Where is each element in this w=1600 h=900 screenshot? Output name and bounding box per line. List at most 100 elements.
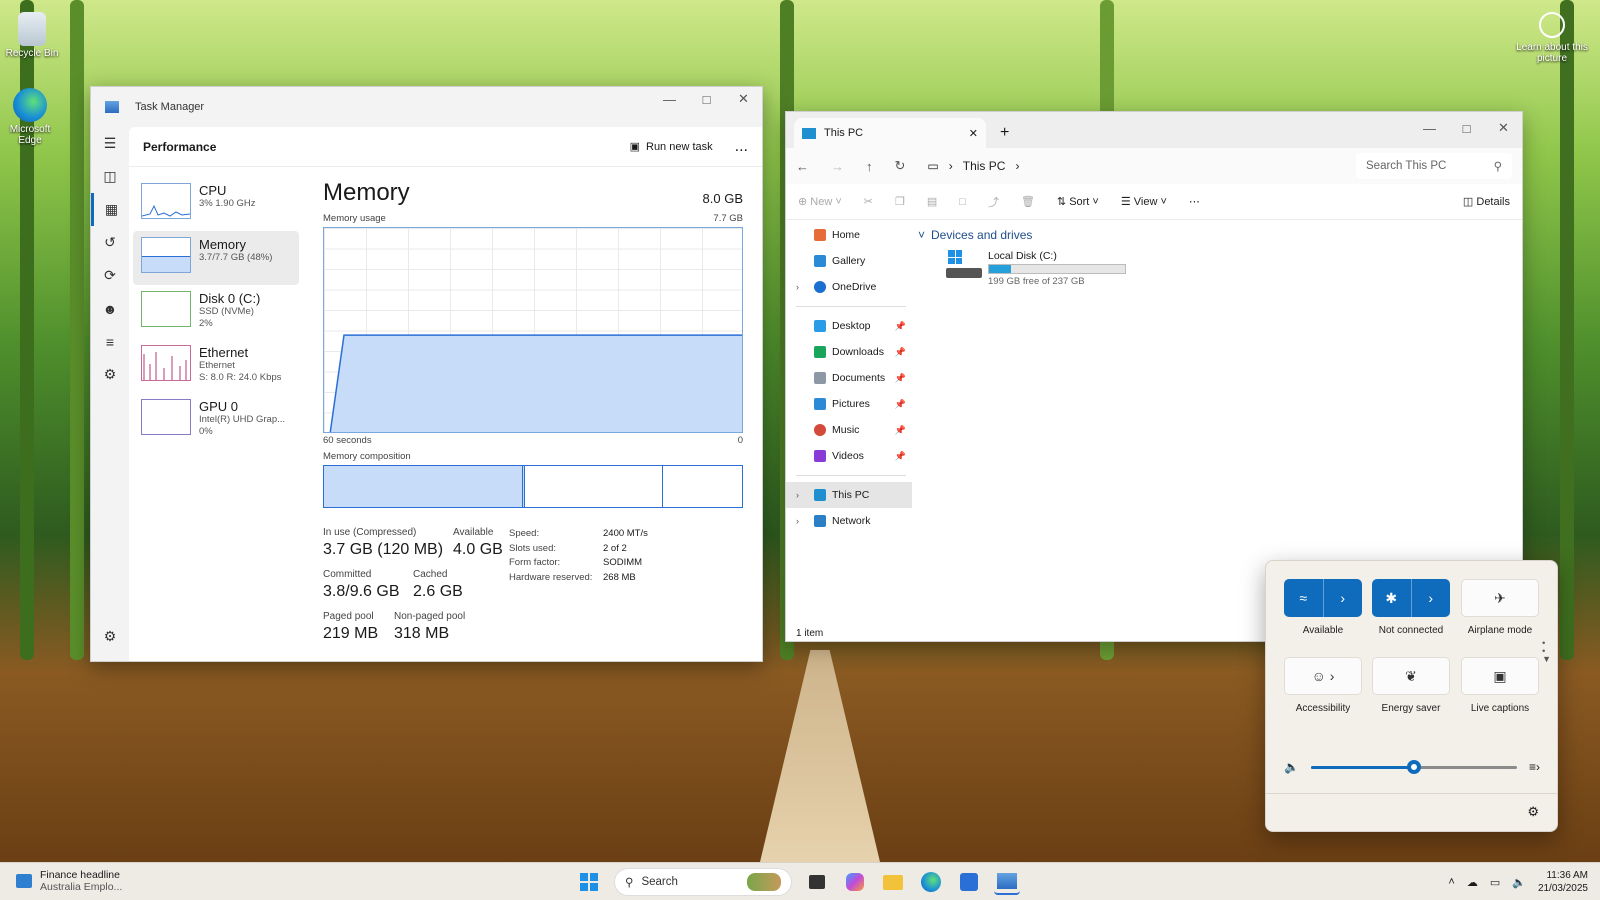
task-manager-button[interactable] [994,869,1020,895]
rename-icon[interactable]: □ [959,196,966,208]
clock[interactable]: 11:36 AM 21/03/2025 [1538,869,1588,895]
nav-item-gallery[interactable]: Gallery [786,248,912,274]
cut-icon[interactable]: ✂ [864,195,873,208]
settings-icon[interactable]: ⚙ [1527,804,1539,820]
view-button[interactable]: ☰ View ˅ [1121,195,1167,208]
copilot-button[interactable] [842,869,868,895]
desktop-icon-edge[interactable]: Microsoft Edge [0,88,60,146]
nav-label: Gallery [832,255,866,267]
nav-item-desktop[interactable]: Desktop 📌 [786,313,912,339]
services-icon[interactable]: ⚙ [91,358,129,391]
up-icon[interactable]: ↑ [866,159,873,174]
chevron-right-icon[interactable]: › [796,516,799,526]
delete-icon[interactable]: 🗑 [1021,195,1035,208]
chevron-up-icon[interactable]: ˄ [1448,876,1454,888]
stat-value: 3.8/9.6 GB [323,583,400,600]
bluetooth-icon[interactable]: ✱ [1372,579,1411,617]
close-icon[interactable]: ✕ [725,87,762,111]
nav-item-home[interactable]: Home [786,222,912,248]
learn-about-picture[interactable]: Learn about this picture [1516,12,1588,64]
drive-item-local-disk[interactable]: Local Disk (C:) 199 GB free of 237 GB [946,250,1126,287]
start-button[interactable] [576,869,602,895]
new-button[interactable]: ⊕ New ˅ [798,195,842,208]
live-captions-tile[interactable]: ▣ [1461,657,1539,695]
more-options-button[interactable]: ... [735,138,748,156]
breadcrumb-item[interactable]: This PC [963,159,1006,173]
speaker-icon[interactable]: 🔈 [1284,760,1299,774]
close-icon[interactable]: ✕ [1485,116,1522,140]
perf-item-cpu[interactable]: CPU 3% 1.90 GHz [133,177,299,231]
volume-slider[interactable] [1310,759,1517,774]
composition-standby[interactable] [525,466,663,507]
minimize-icon[interactable]: — [651,87,688,111]
nav-item-downloads[interactable]: Downloads 📌 [786,339,912,365]
refresh-icon[interactable]: ↻ [895,158,906,174]
nav-item-documents[interactable]: Documents 📌 [786,365,912,391]
chevron-right-icon[interactable]: › [1322,579,1363,617]
maximize-icon[interactable]: □ [1448,116,1485,140]
share-icon[interactable]: ⤴ [988,194,999,210]
nav-item-music[interactable]: Music 📌 [786,417,912,443]
tab-this-pc[interactable]: This PC ✕ [794,118,986,148]
back-icon[interactable]: ← [796,159,809,174]
group-header[interactable]: ˅ Devices and drives [918,228,1126,242]
nav-item-pictures[interactable]: Pictures 📌 [786,391,912,417]
file-explorer-button[interactable] [880,869,906,895]
app-history-icon[interactable]: ↺ [91,226,129,259]
bluetooth-tile[interactable]: ✱ › [1372,579,1450,617]
settings-icon[interactable]: ⚙ [91,620,129,653]
minimize-icon[interactable]: — [1411,116,1448,140]
perf-item-gpu[interactable]: GPU 0 Intel(R) UHD Grap... 0% [133,393,299,447]
hamburger-icon[interactable]: ☰ [91,127,129,160]
run-new-task-button[interactable]: ▣ Run new task [630,140,713,154]
volume-icon[interactable]: 🔈 [1512,876,1526,889]
chevron-right-icon[interactable]: › [1015,159,1019,173]
network-icon[interactable]: ▭ [1490,876,1500,889]
energy-saver-tile[interactable]: ❦ [1372,657,1450,695]
wifi-icon[interactable]: ≈ [1284,579,1323,617]
page-indicator[interactable]: • • ▼ [1542,639,1551,664]
perf-item-memory[interactable]: Memory 3.7/7.7 GB (48%) [133,231,299,285]
startup-apps-icon[interactable]: ⟳ [91,259,129,292]
users-icon[interactable]: ☻ [91,292,129,325]
news-widget[interactable]: Finance headline Australia Emplo... [16,869,122,893]
nav-item-this-pc[interactable]: › This PC [786,482,912,508]
performance-icon[interactable]: ▦ [91,193,129,226]
perf-item-ethernet[interactable]: Ethernet Ethernet S: 8.0 R: 24.0 Kbps [133,339,299,393]
audio-output-icon[interactable]: ≡› [1529,760,1540,774]
details-icon[interactable]: ≡ [91,325,129,358]
wifi-tile[interactable]: ≈ › [1284,579,1362,617]
airplane-mode-tile[interactable]: ✈ [1461,579,1539,617]
chevron-right-icon[interactable]: › [796,490,799,500]
maximize-icon[interactable]: □ [688,87,725,111]
close-tab-icon[interactable]: ✕ [969,127,978,140]
processes-icon[interactable]: ◫ [91,160,129,193]
taskbar-search[interactable]: ⚲ Search [614,868,792,896]
task-view-button[interactable] [804,869,830,895]
volume-thumb[interactable] [1406,759,1421,774]
sort-button[interactable]: ⇅ Sort ˅ [1057,195,1099,208]
store-button[interactable] [956,869,982,895]
nav-item-onedrive[interactable]: › OneDrive [786,274,912,300]
perf-item-disk[interactable]: Disk 0 (C:) SSD (NVMe) 2% [133,285,299,339]
details-button[interactable]: ◫ Details [1463,195,1510,208]
edge-button[interactable] [918,869,944,895]
document-icon [814,372,826,384]
breadcrumb[interactable]: ▭ › This PC › [927,159,1019,173]
composition-in-use[interactable] [324,466,525,507]
onedrive-icon[interactable]: ☁ [1467,876,1478,889]
paste-icon[interactable]: ▤ [927,195,937,208]
nav-item-network[interactable]: › Network [786,508,912,534]
chevron-right-icon[interactable]: › [796,282,799,292]
search-input[interactable]: Search This PC ⚲ [1356,153,1512,179]
composition-free[interactable] [663,466,742,507]
copy-icon[interactable]: ❐ [895,195,905,208]
nav-item-videos[interactable]: Videos 📌 [786,443,912,469]
more-options-button[interactable]: ⋯ [1189,195,1200,208]
perf-item-detail: Ethernet [199,360,235,371]
new-tab-icon[interactable]: + [1000,124,1009,142]
accessibility-tile[interactable]: ☺ › [1284,657,1362,695]
desktop-icon-recycle-bin[interactable]: Recycle Bin [2,12,62,59]
forward-icon[interactable]: → [831,159,844,174]
chevron-right-icon[interactable]: › [1410,579,1451,617]
